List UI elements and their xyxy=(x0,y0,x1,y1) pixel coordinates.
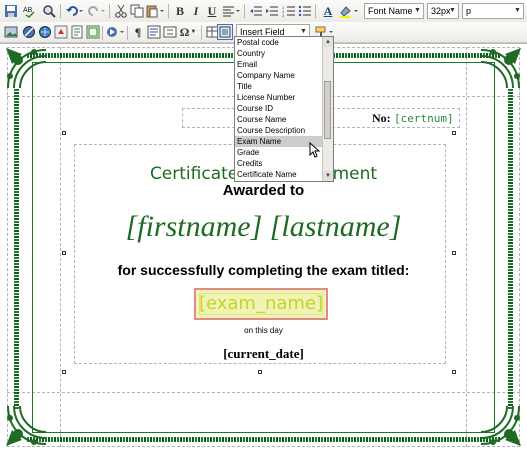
insert-field-option[interactable]: Course Name xyxy=(235,114,333,125)
flash-icon[interactable] xyxy=(53,24,69,40)
recipient-name-field[interactable]: [firstname] [lastname] xyxy=(0,210,527,244)
scroll-down-icon[interactable]: ▼ xyxy=(323,171,333,181)
font-name-value: Font Name xyxy=(368,6,413,16)
italic-button[interactable]: I xyxy=(188,3,204,19)
numbered-list-icon[interactable]: 123 xyxy=(281,3,297,19)
outdent-icon[interactable] xyxy=(248,3,264,19)
chevron-down-icon: ▼ xyxy=(190,29,197,35)
insert-field-options: Postal code Country Email Company Name Title… xyxy=(235,37,333,180)
bold-button[interactable]: B xyxy=(172,3,188,19)
template-icon[interactable] xyxy=(85,24,101,40)
redo-icon[interactable] xyxy=(86,3,106,19)
svg-text:3: 3 xyxy=(282,13,285,18)
ornament-corner-icon xyxy=(6,405,47,446)
scroll-thumb[interactable] xyxy=(324,81,331,139)
save-icon[interactable] xyxy=(3,3,19,19)
dropdown-scrollbar[interactable]: ▲ ▼ xyxy=(322,37,333,181)
formatting-toolbar: AB B I U 123 A Font Name ▼ 32px ▼ p ▼ xyxy=(0,0,527,23)
font-name-select[interactable]: Font Name ▼ xyxy=(364,3,424,19)
resize-handle[interactable] xyxy=(62,370,66,374)
resize-handle[interactable] xyxy=(62,251,66,255)
insert-field-option[interactable]: Course Description xyxy=(235,125,333,136)
indent-icon[interactable] xyxy=(264,3,280,19)
form-icon[interactable] xyxy=(162,24,178,40)
completion-text: for successfully completing the exam tit… xyxy=(117,262,410,278)
svg-text:AB: AB xyxy=(23,7,33,14)
insert-field-option[interactable]: Course ID xyxy=(235,103,333,114)
image-icon[interactable] xyxy=(3,24,19,40)
resize-handle[interactable] xyxy=(258,370,262,374)
insert-field-option[interactable]: Postal code xyxy=(235,37,333,48)
text-box-icon[interactable] xyxy=(146,24,162,40)
certnum-field[interactable]: [certnum] xyxy=(394,112,454,125)
fullscreen-icon[interactable] xyxy=(217,24,233,40)
current-date-field[interactable]: [current_date] xyxy=(0,346,527,362)
font-size-select[interactable]: 32px ▼ xyxy=(427,3,459,19)
cut-icon[interactable] xyxy=(113,3,129,19)
chevron-down-icon: ▼ xyxy=(449,7,456,14)
awarded-to-text: Awarded to xyxy=(222,182,305,199)
paragraph-button[interactable]: ¶ xyxy=(130,24,146,40)
bullet-list-icon[interactable] xyxy=(297,3,313,19)
certificate-number: No: [certnum] xyxy=(372,111,454,126)
chevron-down-icon: ▼ xyxy=(414,7,421,14)
underline-button[interactable]: U xyxy=(204,3,220,19)
link-icon[interactable] xyxy=(37,24,53,40)
clear-icon[interactable] xyxy=(21,24,37,40)
certnum-label: No: xyxy=(372,111,391,125)
insert-field-option[interactable]: Company Name xyxy=(235,70,333,81)
undo-icon[interactable] xyxy=(64,3,84,19)
insert-field-option[interactable]: License Number xyxy=(235,92,333,103)
spellcheck-icon[interactable]: AB xyxy=(22,3,38,19)
ornament-corner-icon xyxy=(480,48,521,89)
font-color-button[interactable]: A xyxy=(319,3,337,19)
document-icon[interactable] xyxy=(69,24,85,40)
insert-field-option[interactable]: Certificate Name xyxy=(235,169,333,180)
chevron-down-icon: ▼ xyxy=(514,7,521,14)
copy-icon[interactable] xyxy=(129,3,145,19)
media-icon[interactable] xyxy=(105,24,125,40)
insert-field-option[interactable]: Email xyxy=(235,59,333,70)
block-format-select[interactable]: p ▼ xyxy=(462,3,524,19)
exam-name-field[interactable]: [exam_name] xyxy=(194,288,328,320)
resize-handle[interactable] xyxy=(452,251,456,255)
insert-field-option[interactable]: Country xyxy=(235,48,333,59)
resize-handle[interactable] xyxy=(452,370,456,374)
on-this-day-text: on this day xyxy=(244,326,283,335)
special-character-button[interactable]: Ω ▼ xyxy=(178,24,198,40)
resize-handle[interactable] xyxy=(452,131,456,135)
insert-field-dropdown[interactable]: Postal code Country Email Company Name Title… xyxy=(234,36,334,182)
resize-handle[interactable] xyxy=(62,131,66,135)
find-icon[interactable] xyxy=(41,3,57,19)
insert-field-option[interactable]: Credits xyxy=(235,158,333,169)
scroll-up-icon[interactable]: ▲ xyxy=(323,37,333,47)
ornament-corner-icon xyxy=(480,405,521,446)
paste-icon[interactable] xyxy=(145,3,165,19)
cursor-icon xyxy=(309,142,321,158)
ornament-corner-icon xyxy=(6,48,47,89)
omega-label: Ω xyxy=(179,24,190,39)
exam-name-text: [exam_name] xyxy=(198,293,324,314)
block-format-value: p xyxy=(466,6,472,16)
frame-bottom xyxy=(27,437,500,442)
align-icon[interactable] xyxy=(221,3,241,19)
insert-field-option[interactable]: Title xyxy=(235,81,333,92)
highlight-color-icon[interactable] xyxy=(338,3,360,19)
